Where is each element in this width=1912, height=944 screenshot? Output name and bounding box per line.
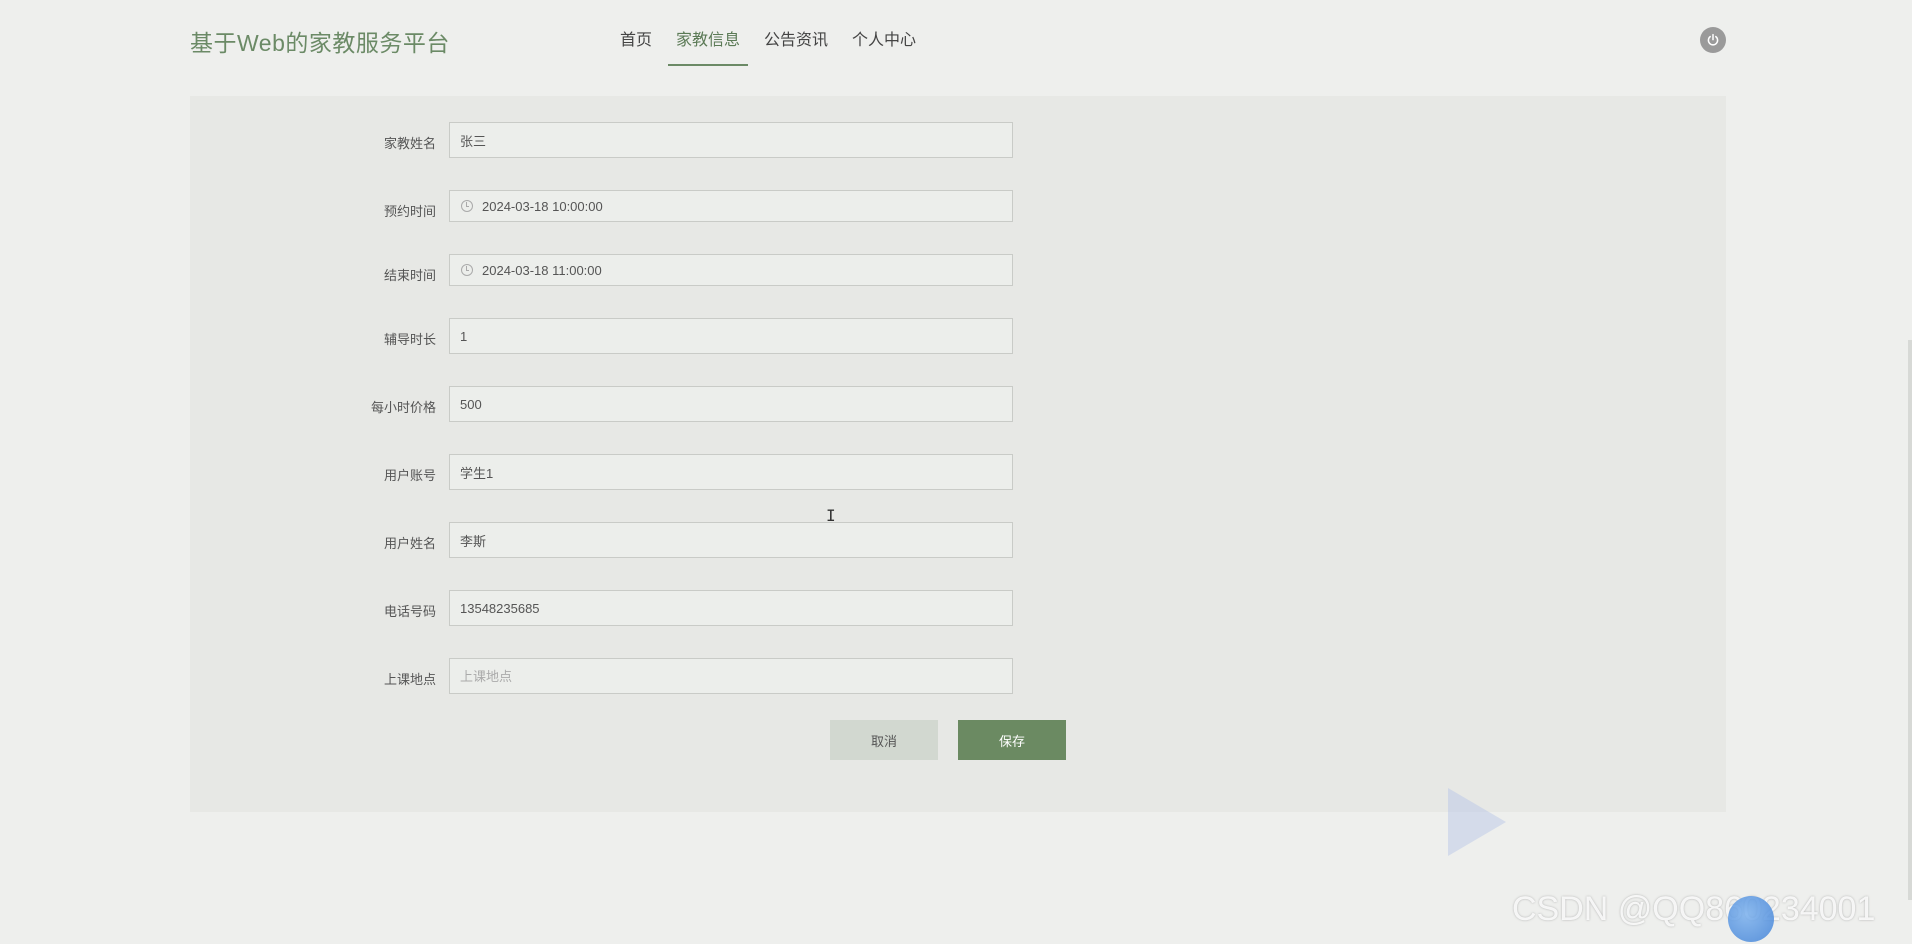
scrollbar[interactable] <box>1908 340 1912 900</box>
location-input[interactable] <box>449 658 1013 694</box>
phone-label: 电话号码 <box>383 604 436 619</box>
power-button[interactable] <box>1700 27 1726 53</box>
appointment-time-label: 预约时间 <box>383 204 436 219</box>
hourly-price-input[interactable] <box>449 386 1013 422</box>
watermark-text: CSDN @QQ860234001 <box>1512 890 1876 928</box>
floating-assistant-icon[interactable] <box>1728 896 1774 942</box>
save-button[interactable]: 保存 <box>958 720 1066 760</box>
tutor-name-label: 家教姓名 <box>383 136 436 151</box>
form-row-location: 上课地点 <box>190 658 1726 696</box>
site-title: 基于Web的家教服务平台 <box>190 30 450 56</box>
form-row-phone: 电话号码 <box>190 590 1726 628</box>
user-account-input[interactable] <box>449 454 1013 490</box>
booking-form: 家教姓名 预约时间 结束时间 辅导时长 每小时价格 用户账号 用户姓名 <box>190 96 1726 812</box>
power-icon <box>1707 33 1719 46</box>
watermark-play-icon <box>1448 788 1506 856</box>
cancel-button[interactable]: 取消 <box>830 720 938 760</box>
page: 基于Web的家教服务平台 首页 家教信息 公告资讯 个人中心 家教姓名 预约时间… <box>0 0 1912 944</box>
nav-announcements[interactable]: 公告资讯 <box>756 0 836 68</box>
user-name-input[interactable] <box>449 522 1013 558</box>
nav-personal-center[interactable]: 个人中心 <box>844 0 924 68</box>
form-row-user-account: 用户账号 <box>190 454 1726 492</box>
location-label: 上课地点 <box>383 672 436 687</box>
form-row-end-time: 结束时间 <box>190 254 1726 292</box>
appointment-time-input[interactable] <box>449 190 1013 222</box>
nav-home[interactable]: 首页 <box>612 0 660 68</box>
user-account-label: 用户账号 <box>383 468 436 483</box>
end-time-label: 结束时间 <box>383 268 436 283</box>
tutor-name-input[interactable] <box>449 122 1013 158</box>
phone-input[interactable] <box>449 590 1013 626</box>
text-cursor-icon: I <box>826 506 836 525</box>
main-nav: 首页 家教信息 公告资讯 个人中心 <box>612 0 932 70</box>
clock-icon <box>461 200 473 212</box>
form-row-user-name: 用户姓名 <box>190 522 1726 560</box>
form-row-tutor-name: 家教姓名 <box>190 122 1726 160</box>
nav-tutor-info[interactable]: 家教信息 <box>668 0 749 68</box>
form-row-duration: 辅导时长 <box>190 318 1726 356</box>
form-row-appointment-time: 预约时间 <box>190 190 1726 228</box>
user-name-label: 用户姓名 <box>383 536 436 551</box>
end-time-input[interactable] <box>449 254 1013 286</box>
duration-label: 辅导时长 <box>383 332 436 347</box>
hourly-price-label: 每小时价格 <box>370 400 436 415</box>
form-row-hourly-price: 每小时价格 <box>190 386 1726 424</box>
clock-icon <box>461 264 473 276</box>
header: 基于Web的家教服务平台 首页 家教信息 公告资讯 个人中心 <box>0 0 1912 80</box>
duration-input[interactable] <box>449 318 1013 354</box>
